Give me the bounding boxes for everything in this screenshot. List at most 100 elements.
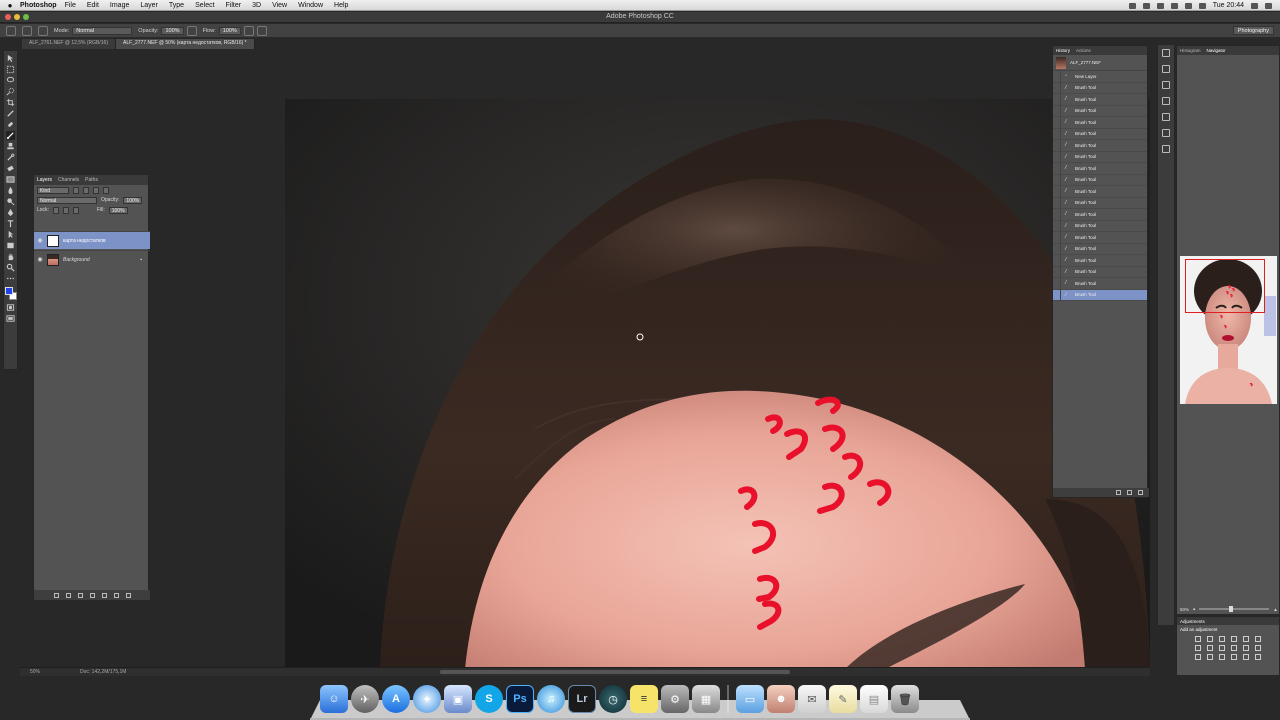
skype-icon[interactable]: S (475, 685, 503, 713)
history-item[interactable]: ⁄ Brush Tool (1053, 185, 1147, 198)
folder-icon[interactable]: ▭ (736, 685, 764, 713)
brush-tool-icon[interactable] (6, 131, 15, 140)
levels-icon[interactable] (1207, 636, 1213, 642)
layer-opacity-field[interactable]: 100% (123, 196, 143, 204)
history-source-column[interactable] (1053, 70, 1061, 82)
spotlight-icon[interactable] (1251, 2, 1258, 9)
channel-mixer-icon[interactable] (1243, 645, 1249, 651)
history-item[interactable]: ⁄ Brush Tool (1053, 243, 1147, 255)
link-layers-icon[interactable] (53, 592, 59, 598)
system-prefs-icon[interactable]: ⚙ (661, 685, 689, 713)
history-source-column[interactable] (1053, 220, 1061, 232)
history-item[interactable]: ⁄ Brush Tool (1053, 116, 1147, 129)
document-canvas[interactable] (285, 99, 1150, 667)
history-source-column[interactable] (1053, 231, 1061, 243)
brightness-icon[interactable] (1195, 636, 1201, 642)
navigator-zoom-slider[interactable] (1199, 606, 1270, 612)
menu-app-name[interactable]: Photoshop (20, 2, 57, 9)
volume-icon[interactable] (1184, 2, 1192, 9)
color-panel-icon[interactable] (1162, 113, 1170, 121)
brush-size-picker[interactable] (22, 25, 32, 36)
workspace-switcher[interactable]: Photography (1232, 26, 1274, 35)
curves-icon[interactable] (1219, 636, 1225, 642)
layer-blend-mode[interactable]: Normal (37, 196, 97, 204)
history-item[interactable]: ⁄ Brush Tool (1053, 208, 1147, 221)
menu-select[interactable]: Select (195, 2, 214, 9)
history-source-column[interactable] (1053, 208, 1061, 220)
trash-icon[interactable]: 🗑 (891, 685, 919, 713)
lock-pixels-icon[interactable] (52, 206, 59, 214)
vibrance-icon[interactable] (1243, 636, 1249, 642)
status-doc-info[interactable]: Doc: 142,2M/175,1M (80, 669, 126, 675)
history-source-column[interactable] (1053, 162, 1061, 174)
lock-position-icon[interactable] (62, 206, 69, 214)
contacts-icon[interactable]: ☻ (767, 685, 795, 713)
pressure-opacity-icon[interactable] (186, 25, 197, 36)
itunes-icon[interactable]: ♫ (537, 685, 565, 713)
wifi-icon[interactable] (1170, 2, 1178, 9)
swatches-panel-icon[interactable] (1162, 129, 1170, 137)
history-source-column[interactable] (1053, 93, 1061, 105)
fill-field[interactable]: 100% (108, 206, 128, 214)
notification-center-icon[interactable] (1265, 2, 1272, 9)
path-select-tool-icon[interactable] (6, 230, 15, 239)
adjustments-title[interactable]: Adjustments (1177, 617, 1279, 625)
history-item[interactable]: ⁄ Brush Tool (1053, 174, 1147, 186)
battery-icon[interactable] (1198, 2, 1206, 9)
new-layer-icon[interactable] (113, 592, 119, 598)
actions-panel-icon[interactable] (1162, 65, 1170, 73)
tab-paths[interactable]: Paths (85, 177, 98, 183)
hand-tool-icon[interactable] (6, 252, 15, 261)
eyedropper-tool-icon[interactable] (6, 109, 15, 118)
camera-snapshot-icon[interactable] (1127, 490, 1132, 495)
history-item[interactable]: ▫ New Layer (1053, 70, 1147, 83)
history-source-column[interactable] (1053, 197, 1061, 209)
apple-icon[interactable]: ● (4, 1, 16, 10)
threshold-icon[interactable] (1219, 654, 1225, 660)
blur-tool-icon[interactable] (6, 186, 15, 195)
doc-tab-alf2761[interactable]: ALF_2761.NEF @ 12,5% (RGB/16) (22, 39, 116, 49)
move-tool-icon[interactable] (6, 54, 15, 63)
history-item[interactable]: ⁄ Brush Tool (1053, 277, 1147, 290)
menu-image[interactable]: Image (110, 2, 129, 9)
menu-layer[interactable]: Layer (140, 2, 158, 9)
notes-icon[interactable]: ✎ (829, 685, 857, 713)
safari-icon[interactable]: ✦ (413, 685, 441, 713)
history-source-column[interactable] (1053, 185, 1061, 197)
tab-history[interactable]: History (1056, 48, 1070, 53)
crop-tool-icon[interactable] (6, 98, 15, 107)
history-source-column[interactable] (1053, 151, 1061, 163)
zoom-out-icon[interactable]: ▴ (1193, 606, 1195, 612)
photo-booth-icon[interactable]: ▦ (692, 685, 720, 713)
brush-preset-icon[interactable] (6, 25, 16, 36)
stickies-icon[interactable]: ≡ (630, 685, 658, 713)
photoshop-icon[interactable]: Ps (506, 685, 534, 713)
history-panel-icon[interactable] (1162, 49, 1170, 57)
history-item[interactable]: ⁄ Brush Tool (1053, 128, 1147, 140)
new-adjustment-icon[interactable] (89, 592, 95, 598)
doc-tab-alf2777[interactable]: ALF_2777.NEF @ 50% (карта недостатков, R… (116, 39, 255, 49)
history-item[interactable]: ⁄ Brush Tool (1053, 105, 1147, 117)
menu-3d[interactable]: 3D (252, 2, 261, 9)
history-source-column[interactable] (1053, 289, 1061, 301)
layer-name[interactable]: Background (63, 257, 90, 263)
visibility-eye-icon[interactable]: ◉ (34, 237, 46, 244)
horizontal-scrollbar[interactable] (440, 670, 790, 674)
creative-cloud-icon[interactable] (1128, 2, 1136, 9)
clone-stamp-tool-icon[interactable] (6, 142, 15, 151)
mode-select[interactable]: Normal (72, 26, 133, 35)
new-group-icon[interactable] (101, 592, 107, 598)
lightroom-icon[interactable]: Lr (568, 685, 596, 713)
tab-channels[interactable]: Channels (58, 177, 79, 183)
eraser-tool-icon[interactable] (6, 164, 15, 173)
shadows-icon[interactable] (1243, 654, 1249, 660)
invert-icon[interactable] (1195, 654, 1201, 660)
new-document-from-state-icon[interactable] (1116, 490, 1121, 495)
dodge-tool-icon[interactable] (6, 197, 15, 206)
history-item[interactable]: ⁄ Brush Tool (1053, 220, 1147, 232)
posterize-icon[interactable] (1207, 654, 1213, 660)
photo-forehead[interactable] (285, 99, 1150, 667)
spot-healing-tool-icon[interactable] (6, 120, 15, 129)
navigator-zoom-value[interactable]: 50% (1180, 607, 1189, 612)
lasso-tool-icon[interactable] (6, 76, 15, 85)
